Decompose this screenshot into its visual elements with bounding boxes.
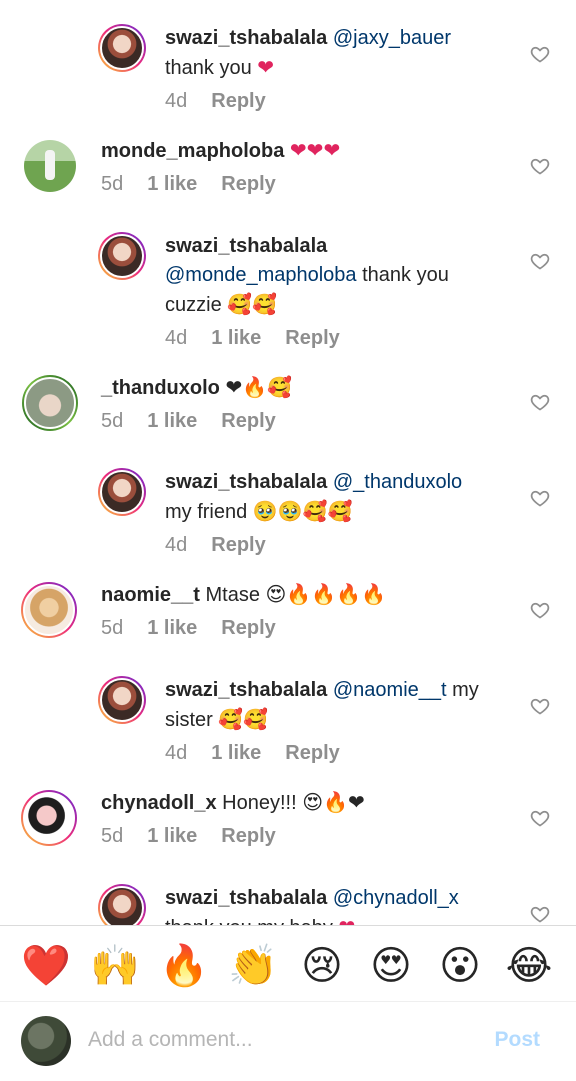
comment-likes[interactable]: 1 like bbox=[147, 617, 197, 639]
comment-text: Honey!!! bbox=[222, 792, 297, 814]
emoji-reaction-tray: ❤️ 🙌 🔥 👏 😢 😍 😮 😂 bbox=[0, 925, 576, 1005]
comment-mention[interactable]: @naomie__t bbox=[333, 679, 447, 701]
reply-comment: swazi_tshabalala @naomie__t my sister 🥰🥰… bbox=[0, 674, 576, 774]
heart-outline-icon[interactable] bbox=[530, 696, 550, 716]
reply-button[interactable]: Reply bbox=[211, 90, 265, 112]
comment-username[interactable]: _thanduxolo bbox=[101, 377, 220, 399]
reply-button[interactable]: Reply bbox=[285, 742, 339, 764]
comment-mention[interactable]: @jaxy_bauer bbox=[333, 27, 451, 49]
heart-outline-icon[interactable] bbox=[530, 392, 550, 412]
comment-emoji: 🥹🥹🥰🥰 bbox=[252, 499, 353, 523]
comment-username[interactable]: naomie__t bbox=[101, 584, 200, 606]
tears-of-joy-emoji-button[interactable]: 😂 bbox=[503, 940, 555, 992]
comment-username[interactable]: monde_mapholoba bbox=[101, 140, 284, 162]
comment-time: 5d bbox=[101, 825, 124, 847]
avatar[interactable] bbox=[98, 676, 146, 724]
heart-emoji-button[interactable]: ❤️ bbox=[20, 940, 72, 992]
comment-username[interactable]: swazi_tshabalala bbox=[165, 235, 327, 257]
comment-time: 4d bbox=[165, 327, 188, 349]
reply-button[interactable]: Reply bbox=[221, 825, 275, 847]
comment-time: 4d bbox=[165, 742, 188, 764]
comment-time: 4d bbox=[165, 534, 188, 556]
comment: _thanduxolo ❤🔥🥰 5d 1 like Reply bbox=[0, 373, 576, 453]
comment-likes[interactable]: 1 like bbox=[147, 825, 197, 847]
avatar[interactable] bbox=[24, 140, 76, 192]
comment: naomie__t Mtase 😍🔥🔥🔥🔥 5d 1 like Reply bbox=[0, 580, 576, 660]
heart-outline-icon[interactable] bbox=[530, 251, 550, 271]
heart-outline-icon[interactable] bbox=[530, 488, 550, 508]
comment-mention[interactable]: @monde_mapholoba bbox=[165, 264, 357, 286]
comment-text: cuzzie bbox=[165, 294, 222, 316]
comment-text: my bbox=[446, 679, 479, 701]
reply-button[interactable]: Reply bbox=[221, 173, 275, 195]
comment-emoji: 😍🔥🔥🔥🔥 bbox=[265, 582, 386, 606]
comment-text: thank you my baby bbox=[165, 917, 333, 925]
crying-emoji-button[interactable]: 😢 bbox=[296, 940, 348, 992]
avatar[interactable] bbox=[21, 790, 77, 846]
heart-outline-icon[interactable] bbox=[530, 44, 550, 64]
reply-button[interactable]: Reply bbox=[285, 327, 339, 349]
heart-outline-icon[interactable] bbox=[530, 600, 550, 620]
comment: monde_mapholoba ❤❤❤ 5d 1 like Reply bbox=[0, 136, 576, 216]
comment-emoji: 🥰🥰 bbox=[218, 707, 269, 731]
comment-likes[interactable]: 1 like bbox=[211, 742, 261, 764]
surprised-emoji-button[interactable]: 😮 bbox=[434, 940, 486, 992]
heart-outline-icon[interactable] bbox=[530, 156, 550, 176]
avatar[interactable] bbox=[22, 375, 78, 431]
comment-username[interactable]: swazi_tshabalala bbox=[165, 471, 327, 493]
heart-outline-icon[interactable] bbox=[530, 808, 550, 828]
comment-emoji: 🥰🥰 bbox=[227, 292, 278, 316]
reply-button[interactable]: Reply bbox=[221, 617, 275, 639]
avatar[interactable] bbox=[98, 468, 146, 516]
comment-input[interactable] bbox=[88, 1028, 468, 1052]
comment-username[interactable]: swazi_tshabalala bbox=[165, 887, 327, 909]
comment-likes[interactable]: 1 like bbox=[147, 410, 197, 432]
comment-time: 5d bbox=[101, 617, 124, 639]
avatar[interactable] bbox=[21, 582, 77, 638]
comment-mention[interactable]: @chynadoll_x bbox=[333, 887, 459, 909]
avatar[interactable] bbox=[98, 232, 146, 280]
comment-emoji: ❤🔥🥰 bbox=[225, 375, 293, 399]
comment-username[interactable]: swazi_tshabalala bbox=[165, 679, 327, 701]
comment-text: thank you bbox=[165, 57, 252, 79]
comment-emoji: ❤❤❤ bbox=[289, 138, 341, 162]
reply-comment: swazi_tshabalala @monde_mapholoba thank … bbox=[0, 230, 576, 360]
avatar[interactable] bbox=[98, 884, 146, 925]
reply-button[interactable]: Reply bbox=[211, 534, 265, 556]
comment-text: sister bbox=[165, 709, 213, 731]
comment: chynadoll_x Honey!!! 😍🔥❤ 5d 1 like Reply bbox=[0, 788, 576, 868]
heart-eyes-emoji-button[interactable]: 😍 bbox=[365, 940, 417, 992]
comment-text: thank you bbox=[356, 264, 449, 286]
heart-outline-icon[interactable] bbox=[530, 904, 550, 924]
raised-hands-emoji-button[interactable]: 🙌 bbox=[89, 940, 141, 992]
comment-time: 5d bbox=[101, 173, 124, 195]
comment-username[interactable]: swazi_tshabalala bbox=[165, 27, 327, 49]
comment-mention[interactable]: @_thanduxolo bbox=[333, 471, 462, 493]
comment-time: 4d bbox=[165, 90, 188, 112]
avatar[interactable] bbox=[98, 24, 146, 72]
reply-button[interactable]: Reply bbox=[221, 410, 275, 432]
comment-username[interactable]: chynadoll_x bbox=[101, 792, 217, 814]
comment-time: 5d bbox=[101, 410, 124, 432]
comment-text: Mtase bbox=[205, 584, 260, 606]
comment-likes[interactable]: 1 like bbox=[147, 173, 197, 195]
comment-emoji: 😍🔥❤ bbox=[302, 790, 365, 814]
fire-emoji-button[interactable]: 🔥 bbox=[158, 940, 210, 992]
post-button[interactable]: Post bbox=[494, 1028, 540, 1052]
clapping-emoji-button[interactable]: 👏 bbox=[227, 940, 279, 992]
comment-emoji: ❤ bbox=[257, 55, 275, 79]
comment-text: my friend bbox=[165, 501, 248, 523]
reply-comment: swazi_tshabalala @_thanduxolo my friend … bbox=[0, 466, 576, 566]
comment-composer: Post bbox=[0, 1001, 576, 1081]
comment-emoji: ❤ bbox=[338, 915, 355, 925]
current-user-avatar bbox=[21, 1016, 71, 1066]
reply-comment: swazi_tshabalala @chynadoll_x thank you … bbox=[0, 882, 576, 925]
reply-comment: swazi_tshabalala @jaxy_bauer thank you ❤… bbox=[0, 20, 576, 120]
comment-likes[interactable]: 1 like bbox=[211, 327, 261, 349]
comments-list[interactable]: swazi_tshabalala @jaxy_bauer thank you ❤… bbox=[0, 0, 576, 925]
